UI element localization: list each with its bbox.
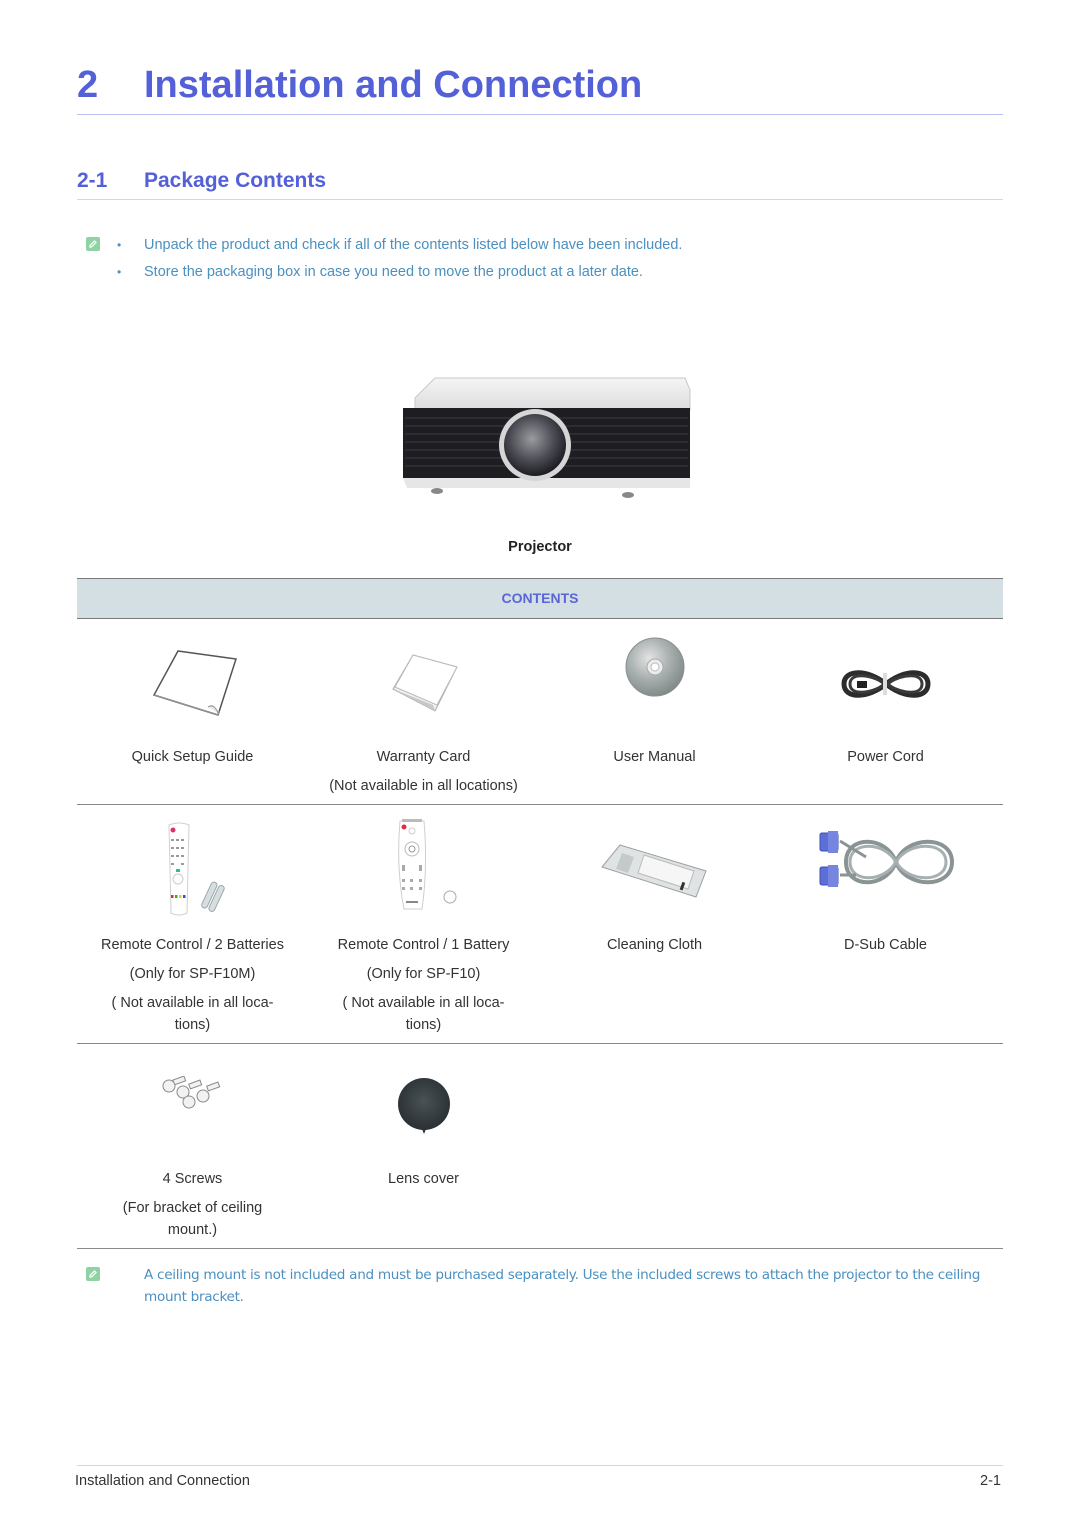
quick-setup-guide-image <box>152 650 237 716</box>
ceiling-mount-note: A ceiling mount is not included and must… <box>144 1267 981 1305</box>
item-label: Remote Control / 2 Batteries <box>101 937 284 953</box>
item-label: Power Cord <box>847 749 924 765</box>
contents-row: Quick Setup Guide Warranty Card (Not ava… <box>77 619 1003 805</box>
section-title: 2-1 Package Contents <box>77 169 1003 193</box>
contents-row: 4 Screws (For bracket of ceiling mount.)… <box>77 1044 1003 1249</box>
item-note: tions) <box>174 1017 211 1033</box>
contents-item: 4 Screws (For bracket of ceiling mount.) <box>77 1044 308 1249</box>
contents-item: Cleaning Cloth <box>539 805 770 1044</box>
item-label: Warranty Card <box>376 749 471 765</box>
chapter-title-text: Installation and Connection <box>144 64 643 106</box>
user-manual-cd-image <box>625 637 684 697</box>
chapter-number: 2 <box>77 64 99 106</box>
contents-item: Remote Control / 1 Battery (Only for SP-… <box>308 805 539 1044</box>
contents-item: Lens cover <box>308 1044 539 1249</box>
contents-item: Warranty Card (Not available in all loca… <box>308 619 539 805</box>
projector-caption: Projector <box>508 539 572 555</box>
power-cord-image <box>840 670 931 698</box>
footer-divider <box>77 1465 1003 1466</box>
item-note: ( Not available in all loca- <box>342 995 505 1011</box>
note-pencil-icon <box>86 237 100 251</box>
item-label: D-Sub Cable <box>843 937 927 953</box>
item-label: User Manual <box>613 749 696 765</box>
item-note: (For bracket of ceiling <box>122 1200 263 1216</box>
footer-chapter-title: Installation and Connection <box>75 1473 250 1489</box>
lens-cover-image <box>397 1078 450 1134</box>
section-title-text: Package Contents <box>144 169 327 192</box>
warranty-card-image <box>391 654 458 712</box>
item-label: Cleaning Cloth <box>606 937 703 953</box>
item-label: Lens cover <box>388 1171 459 1187</box>
chapter-title: 2 Installation and Connection <box>77 64 1003 107</box>
page-number: 2-1 <box>980 1473 1001 1489</box>
item-note: tions) <box>405 1017 442 1033</box>
intro-bullet: • Store the packaging box in case you nee… <box>117 264 643 280</box>
d-sub-cable-image <box>819 831 954 887</box>
contents-row: Remote Control / 2 Batteries (Only for S… <box>77 805 1003 1044</box>
remote-control-1-battery-image <box>397 819 456 910</box>
item-note: (Only for SP-F10M) <box>129 966 256 982</box>
cleaning-cloth-image <box>600 844 707 898</box>
screws-image <box>162 1076 220 1109</box>
contents-item: D-Sub Cable <box>770 805 1001 1044</box>
contents-item: Remote Control / 2 Batteries (Only for S… <box>77 805 308 1044</box>
item-note: (Only for SP-F10) <box>366 966 481 982</box>
projector-image <box>403 377 691 498</box>
item-note: mount.) <box>167 1222 218 1238</box>
contents-item: Quick Setup Guide <box>77 619 308 805</box>
section-number: 2-1 <box>77 169 108 192</box>
intro-bullet-list: • Unpack the product and check if all of … <box>117 236 997 290</box>
contents-item: Power Cord <box>770 619 1001 805</box>
contents-item: User Manual <box>539 619 770 805</box>
contents-table-header: CONTENTS <box>77 578 1003 619</box>
note-pencil-icon <box>86 1267 100 1281</box>
item-label: 4 Screws <box>162 1171 223 1187</box>
item-label: Remote Control / 1 Battery <box>337 937 510 953</box>
item-note: ( Not available in all loca- <box>111 995 274 1011</box>
item-label: Quick Setup Guide <box>131 749 254 765</box>
chapter-divider <box>77 114 1003 115</box>
remote-control-2-batteries-image <box>167 822 225 916</box>
item-note: (Not available in all locations) <box>329 778 518 794</box>
section-divider <box>77 199 1003 200</box>
intro-bullet: • Unpack the product and check if all of … <box>117 237 683 253</box>
